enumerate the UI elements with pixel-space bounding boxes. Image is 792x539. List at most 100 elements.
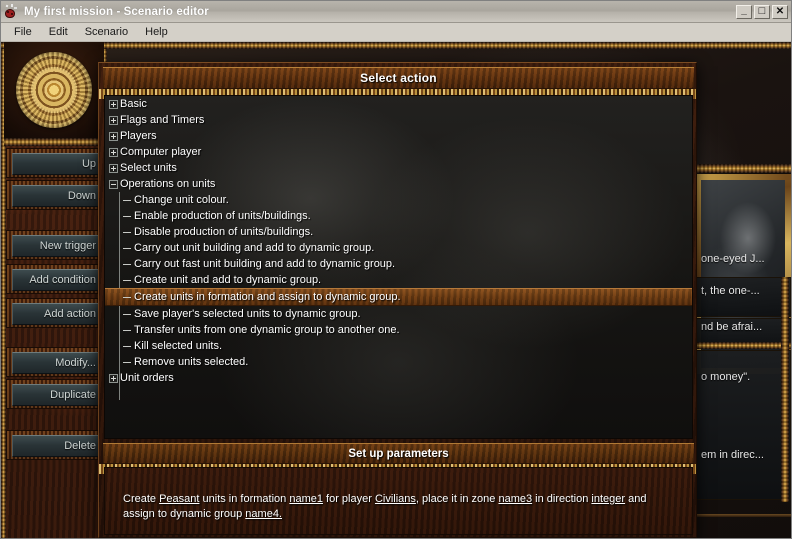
add-condition-button-frame: Add condition [6, 264, 105, 294]
tree-row[interactable]: Operations on units [105, 176, 692, 192]
tree-row[interactable]: Transfer units from one dynamic group to… [105, 322, 692, 338]
tree-row[interactable]: Flags and Timers [105, 112, 692, 128]
tree-row-label: Carry out unit building and add to dynam… [134, 242, 375, 254]
editor-client-area: Up Down New trigger Add condition Add action… [1, 42, 791, 538]
background-text: o money". [701, 371, 751, 383]
tree-row[interactable]: Disable production of units/buildings. [105, 224, 692, 240]
tree-leaf-icon [123, 276, 132, 285]
parameter-text: for player [322, 493, 375, 505]
tree-row-label: Save player's selected units to dynamic … [134, 308, 361, 320]
add-action-button[interactable]: Add action [12, 303, 101, 325]
parameter-link[interactable]: Civilians [375, 493, 416, 505]
tree-row[interactable]: Unit orders [105, 370, 692, 386]
tree-row-label: Carry out fast unit building and add to … [134, 258, 396, 270]
tree-leaf-icon [123, 260, 132, 269]
tree-row[interactable]: Computer player [105, 144, 692, 160]
background-text: one-eyed J... [701, 253, 765, 265]
expand-plus-icon[interactable] [109, 147, 118, 157]
minimize-icon: _ [741, 4, 747, 16]
add-condition-button[interactable]: Add condition [12, 269, 101, 291]
window-title: My first mission - Scenario editor [24, 5, 209, 18]
new-trigger-button[interactable]: New trigger [12, 235, 101, 257]
close-icon: ✕ [775, 5, 785, 17]
delete-button-frame: Delete [6, 430, 105, 460]
emblem-panel [4, 42, 104, 140]
parameter-link[interactable]: name4. [245, 508, 282, 520]
tree-leaf-icon [123, 326, 132, 335]
duplicate-button[interactable]: Duplicate [12, 384, 101, 406]
duplicate-button-frame: Duplicate [6, 379, 105, 409]
background-text: nd be afrai... [701, 321, 763, 333]
select-action-dialog: Select action Basic Flags and Timers Playe… [98, 62, 697, 538]
tree-row[interactable]: Remove units selected. [105, 354, 692, 370]
parameter-link[interactable]: integer [591, 493, 625, 505]
down-button[interactable]: Down [12, 185, 101, 207]
application-icon [4, 3, 20, 20]
tree-row[interactable]: Change unit colour. [105, 192, 692, 208]
tree-row-label: Transfer units from one dynamic group to… [134, 324, 400, 336]
tree-row-label: Basic [120, 98, 147, 110]
tree-row-selected[interactable]: Create units in formation and assign to … [105, 288, 692, 306]
parameter-text: , place it in zone [415, 493, 499, 505]
tree-row[interactable]: Create unit and add to dynamic group. [105, 272, 692, 288]
tree-leaf-icon [123, 342, 132, 351]
frame-top-band [1, 42, 791, 49]
tree-row[interactable]: Enable production of units/buildings. [105, 208, 692, 224]
parameters-sentence: Create Peasant units in formation name1 … [123, 492, 678, 522]
tree-row-label: Players [120, 130, 157, 142]
tree-row-label: Kill selected units. [134, 340, 223, 352]
expand-plus-icon[interactable] [109, 115, 118, 125]
setup-parameters-label: Set up parameters [348, 447, 449, 460]
tree-row[interactable]: Carry out fast unit building and add to … [105, 256, 692, 272]
parameter-link[interactable]: Peasant [159, 493, 199, 505]
parameter-link[interactable]: name3 [498, 493, 532, 505]
background-text: t, the one-... [701, 285, 760, 297]
expand-plus-icon[interactable] [109, 131, 118, 141]
bg-scrollbar-track[interactable] [781, 277, 789, 502]
tree-row-label: Change unit colour. [134, 194, 229, 206]
tree-row-label: Remove units selected. [134, 356, 249, 368]
application-window: My first mission - Scenario editor _ □ ✕… [0, 0, 792, 539]
delete-button[interactable]: Delete [12, 435, 101, 457]
parameter-text: in direction [532, 493, 592, 505]
menu-item-help[interactable]: Help [137, 24, 177, 40]
tree-row-label: Operations on units [120, 178, 216, 190]
down-button-frame: Down [6, 180, 105, 210]
menu-item-file[interactable]: File [6, 24, 41, 40]
modify-button[interactable]: Modify... [12, 352, 101, 374]
expand-plus-icon[interactable] [109, 99, 118, 109]
tree-leaf-icon [123, 293, 132, 302]
tree-row[interactable]: Save player's selected units to dynamic … [105, 306, 692, 322]
tree-row[interactable]: Players [105, 128, 692, 144]
tree-row[interactable]: Select units [105, 160, 692, 176]
minimize-button[interactable]: _ [736, 4, 752, 19]
tree-row-label: Create units in formation and assign to … [134, 291, 401, 303]
add-action-button-frame: Add action [6, 298, 105, 328]
tree-row-label: Unit orders [120, 372, 174, 384]
menu-item-scenario[interactable]: Scenario [77, 24, 137, 40]
tree-row[interactable]: Kill selected units. [105, 338, 692, 354]
parameter-text: units in formation [199, 493, 290, 505]
tree-leaf-icon [123, 244, 132, 253]
expand-plus-icon[interactable] [109, 163, 118, 173]
window-titlebar: My first mission - Scenario editor _ □ ✕ [1, 1, 791, 23]
action-tree[interactable]: Basic Flags and Timers Players Computer pla… [104, 95, 693, 439]
maximize-button[interactable]: □ [754, 4, 770, 19]
parameter-link[interactable]: name1 [289, 493, 323, 505]
maximize-icon: □ [758, 5, 766, 17]
parameter-text: Create [123, 493, 160, 505]
tree-row-label: Create unit and add to dynamic group. [134, 274, 322, 286]
tree-row-label: Computer player [120, 146, 202, 158]
tree-row[interactable]: Basic [105, 96, 692, 112]
tree-leaf-icon [123, 212, 132, 221]
tree-row[interactable]: Carry out unit building and add to dynam… [105, 240, 692, 256]
painting-top-ornament [695, 164, 791, 173]
expand-plus-icon[interactable] [109, 373, 118, 383]
up-button[interactable]: Up [12, 153, 101, 175]
close-button[interactable]: ✕ [772, 4, 788, 19]
tree-row-label: Flags and Timers [120, 114, 205, 126]
menu-item-edit[interactable]: Edit [41, 24, 77, 40]
tree-row-label: Disable production of units/buildings. [134, 226, 314, 238]
setup-parameters-header: Set up parameters [103, 443, 694, 464]
collapse-minus-icon[interactable] [109, 179, 118, 189]
